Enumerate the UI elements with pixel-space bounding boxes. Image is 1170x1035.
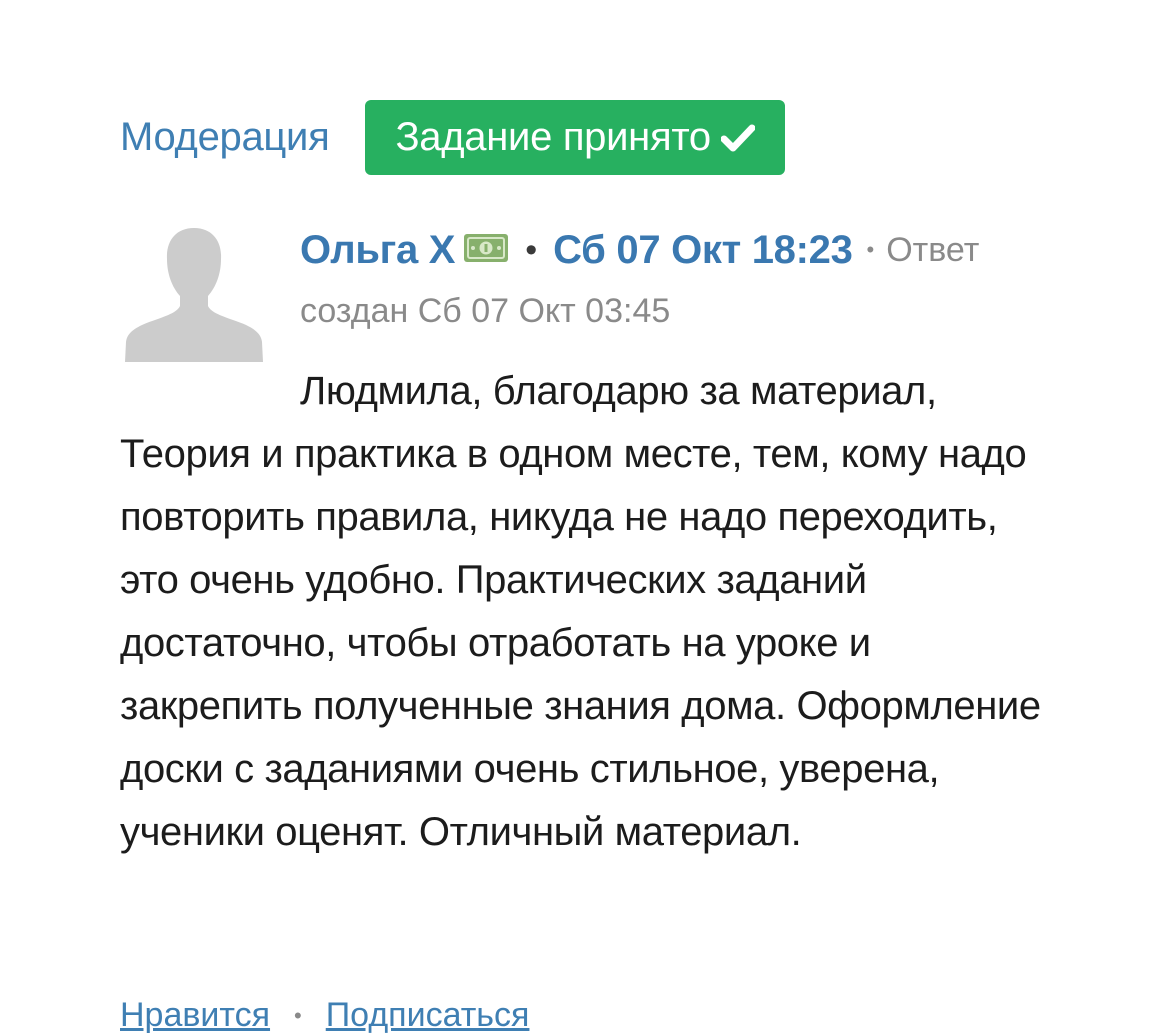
like-link[interactable]: Нравится <box>120 996 270 1035</box>
reply-label: Ответ <box>886 230 980 269</box>
separator-dot: • <box>525 230 538 269</box>
separator-dot: • <box>866 237 875 262</box>
moderation-link[interactable]: Модерация <box>120 115 330 160</box>
comment-meta: Ольга Х • Сб 07 Окт 18:23 • Ответ <box>300 222 979 278</box>
subscribe-link[interactable]: Подписаться <box>326 996 530 1035</box>
checkmark-icon <box>720 124 755 151</box>
comment-actions: Нравится • Подписаться <box>120 996 529 1035</box>
comment-body: Людмила, благодарю за материал, Теория и… <box>120 369 1041 854</box>
author-name-link[interactable]: Ольга Х <box>300 228 455 273</box>
user-silhouette-icon <box>125 228 263 362</box>
moderation-header: Модерация Задание принято <box>120 100 785 175</box>
task-accepted-label: Задание принято <box>395 115 711 159</box>
money-bill-icon <box>463 233 509 268</box>
created-at-label: создан Сб 07 Окт 03:45 <box>300 292 671 330</box>
comment-timestamp-link[interactable]: Сб 07 Окт 18:23 <box>553 228 853 273</box>
separator-dot: • <box>294 1002 302 1028</box>
task-accepted-badge: Задание принято <box>365 100 785 175</box>
